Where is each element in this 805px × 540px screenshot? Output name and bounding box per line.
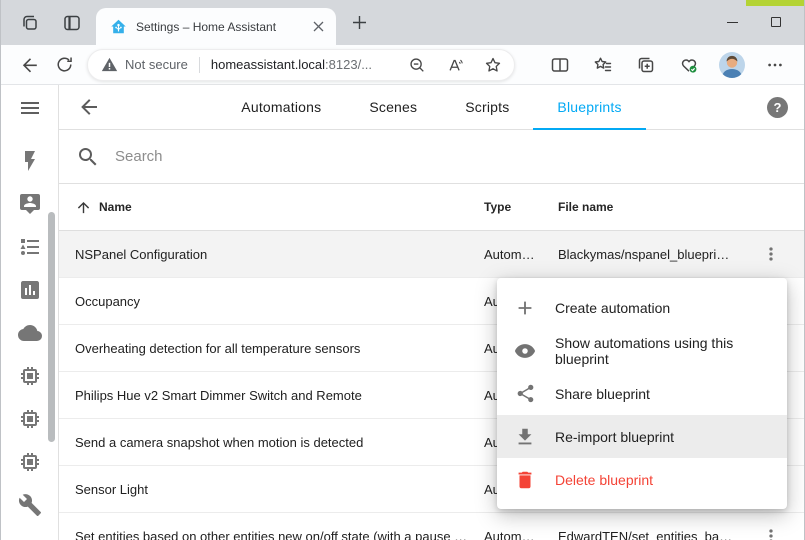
column-header-type[interactable]: Type bbox=[484, 200, 558, 214]
wrench-icon bbox=[18, 493, 42, 517]
table-row[interactable]: NSPanel Configuration Autom… Blackymas/n… bbox=[59, 231, 804, 278]
blueprint-context-menu: Create automation Show automations using… bbox=[497, 278, 787, 509]
security-label: Not secure bbox=[125, 57, 188, 72]
delete-icon bbox=[514, 469, 536, 491]
workspaces-icon[interactable] bbox=[15, 8, 45, 38]
profile-avatar[interactable] bbox=[715, 49, 749, 81]
map-person-icon bbox=[18, 192, 42, 216]
tab-close-icon[interactable] bbox=[309, 17, 328, 36]
collections-icon[interactable] bbox=[629, 49, 663, 81]
menu-item-show-automations[interactable]: Show automations using this blueprint bbox=[497, 329, 787, 372]
new-tab-icon[interactable] bbox=[344, 7, 374, 37]
sort-ascending-icon bbox=[75, 199, 92, 216]
chip-icon bbox=[18, 407, 42, 431]
search-input[interactable] bbox=[115, 148, 787, 165]
address-bar[interactable]: Not secure homeassistant.local:8123/... bbox=[87, 49, 515, 81]
minimize-icon[interactable] bbox=[722, 12, 742, 32]
sidebar-item-integration-3[interactable] bbox=[1, 440, 59, 483]
row-file: Blackymas/nspanel_blueprin… bbox=[558, 247, 746, 262]
energy-flash-icon bbox=[18, 149, 42, 173]
row-type: Autom… bbox=[484, 247, 558, 262]
table-header: Name Type File name bbox=[59, 184, 804, 231]
favorites-icon[interactable] bbox=[586, 49, 620, 81]
url-host: homeassistant.local bbox=[211, 57, 325, 72]
cloud-icon bbox=[18, 321, 42, 345]
sidebar-item-energy[interactable] bbox=[1, 139, 59, 182]
search-bar[interactable] bbox=[59, 130, 804, 184]
tab-scripts[interactable]: Scripts bbox=[441, 85, 533, 130]
ha-header: Automations Scenes Scripts Blueprints ? bbox=[59, 85, 804, 130]
refresh-icon[interactable] bbox=[47, 49, 81, 81]
chip-icon bbox=[18, 450, 42, 474]
tab-title: Settings – Home Assistant bbox=[136, 20, 300, 34]
column-header-name[interactable]: Name bbox=[75, 199, 484, 216]
read-aloud-icon[interactable] bbox=[440, 51, 470, 79]
row-overflow-menu-icon[interactable] bbox=[756, 239, 786, 269]
sidebar-scrollbar[interactable] bbox=[48, 212, 55, 442]
warning-icon bbox=[101, 57, 118, 72]
desktop-edge-strip bbox=[746, 0, 804, 6]
site-security-badge[interactable]: Not secure bbox=[101, 57, 188, 72]
chip-icon bbox=[18, 364, 42, 388]
help-icon[interactable]: ? bbox=[767, 97, 788, 118]
ha-nav-tabs: Automations Scenes Scripts Blueprints bbox=[59, 85, 804, 130]
divider bbox=[199, 57, 200, 73]
url-text: homeassistant.local:8123/... bbox=[211, 57, 372, 72]
browser-tab-strip: Settings – Home Assistant bbox=[1, 0, 804, 45]
menu-item-reimport-blueprint[interactable]: Re-import blueprint bbox=[497, 415, 787, 458]
row-name: Overheating detection for all temperatur… bbox=[75, 341, 484, 356]
row-file: EdwardTEN/set_entities_bas… bbox=[558, 529, 746, 540]
row-name: Send a camera snapshot when motion is de… bbox=[75, 435, 484, 450]
row-type: Autom… bbox=[484, 529, 558, 540]
history-chart-icon bbox=[18, 278, 42, 302]
favorite-star-icon[interactable] bbox=[478, 51, 508, 79]
eye-icon bbox=[514, 340, 536, 362]
more-icon[interactable] bbox=[758, 49, 792, 81]
sidebar-item-tools[interactable] bbox=[1, 483, 59, 526]
menu-item-delete-blueprint[interactable]: Delete blueprint bbox=[497, 458, 787, 501]
url-path: :8123/... bbox=[325, 57, 372, 72]
zoom-out-icon[interactable] bbox=[402, 51, 432, 79]
split-screen-icon[interactable] bbox=[543, 49, 577, 81]
column-header-file[interactable]: File name bbox=[558, 200, 746, 214]
tab-actions-icon[interactable] bbox=[57, 8, 87, 38]
tab-blueprints[interactable]: Blueprints bbox=[533, 85, 645, 130]
tab-automations[interactable]: Automations bbox=[217, 85, 345, 130]
browser-essentials-icon[interactable] bbox=[672, 49, 706, 81]
row-name: NSPanel Configuration bbox=[75, 247, 484, 262]
logbook-list-icon bbox=[18, 235, 42, 259]
row-overflow-menu-icon[interactable] bbox=[756, 521, 786, 540]
home-assistant-favicon bbox=[110, 18, 127, 35]
row-name: Occupancy bbox=[75, 294, 484, 309]
browser-toolbar: Not secure homeassistant.local:8123/... bbox=[1, 45, 804, 85]
tab-scenes[interactable]: Scenes bbox=[345, 85, 441, 130]
search-icon bbox=[76, 145, 100, 169]
browser-window: Settings – Home Assistant bbox=[0, 0, 805, 540]
menu-item-share-blueprint[interactable]: Share blueprint bbox=[497, 372, 787, 415]
download-icon bbox=[514, 426, 536, 448]
row-name: Philips Hue v2 Smart Dimmer Switch and R… bbox=[75, 388, 484, 403]
table-row[interactable]: Set entities based on other entities new… bbox=[59, 513, 804, 540]
row-name: Set entities based on other entities new… bbox=[75, 529, 484, 540]
plus-icon bbox=[514, 297, 536, 319]
maximize-icon[interactable] bbox=[766, 12, 786, 32]
browser-tab[interactable]: Settings – Home Assistant bbox=[96, 8, 336, 45]
menu-item-create-automation[interactable]: Create automation bbox=[497, 286, 787, 329]
back-icon[interactable] bbox=[13, 49, 47, 81]
ha-sidebar bbox=[1, 85, 59, 540]
row-name: Sensor Light bbox=[75, 482, 484, 497]
share-icon bbox=[514, 383, 536, 405]
sidebar-menu-icon[interactable] bbox=[1, 85, 58, 130]
